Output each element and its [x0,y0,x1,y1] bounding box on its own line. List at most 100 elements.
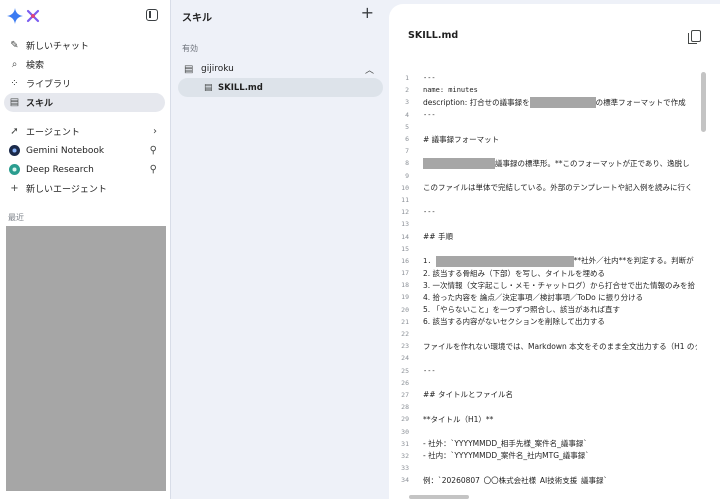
code-line: 5 [389,121,697,133]
pin-icon[interactable]: ⚲ [150,164,157,175]
skills-title: スキル [182,13,212,24]
line-text: このファイルは単体で完結している。外部のテンプレートや記入例を読みに行く [423,183,693,193]
line-text: 議事録の標準形。**このフォーマットが正であり、逸脱し [423,158,690,170]
line-text: --- [423,366,436,375]
plus-icon: + [10,183,19,194]
folder-icon: ▤ [184,63,194,75]
copy-icon[interactable] [688,30,701,44]
line-number: 26 [401,378,409,387]
line-text: 6. 該当する内容がないセクションを削除して出力する [423,317,605,327]
gemini-logo-icon[interactable] [7,8,23,24]
redacted-text [423,158,495,170]
horizontal-scrollbar[interactable] [409,495,469,499]
code-line: 31 - 社外：`YYYYMMDD_相手先様_案件名_議事録` [389,438,697,450]
line-number: 4 [405,110,409,119]
add-skill-icon[interactable]: + [361,5,374,21]
code-line: 19 4. 拾った内容を 論点／決定事項／検討事項／ToDo に振り分ける [389,291,697,303]
code-line: 17 2. 該当する骨組み（下部）を写し、タイトルを埋める [389,267,697,279]
line-number: 23 [401,342,409,351]
agent-icon: ➚ [10,126,19,137]
code-line: 3 description: 打合せの議事録を の標準フォーマットで作成 [389,96,697,109]
editor-title: SKILL.md [408,30,459,41]
nav-new-chat[interactable]: ✎ 新しいチャット [4,36,165,55]
skill-file-item[interactable]: ▤ SKILL.md [178,78,383,97]
line-text: # 議事録フォーマット [423,134,500,144]
line-number: 31 [401,439,409,448]
line-number: 20 [401,305,409,314]
primary-nav: ✎ 新しいチャット ⌕ 検索 ⁘ ライブラリ ▤ スキル [0,36,170,112]
code-line: 32 - 社内：`YYYYMMDD_案件名_社内MTG_議事録` [389,450,697,462]
file-icon: ▤ [204,82,213,93]
skill-folder[interactable]: ▤ gijiroku ︿ [184,62,382,76]
skills-header: スキル + [172,0,388,30]
line-text: **タイトル（H1）** [423,414,494,424]
line-number: 24 [401,354,409,363]
redacted-recent-list [6,226,166,491]
line-number: 21 [401,317,409,326]
line-number: 19 [401,293,409,302]
sidebar-header [0,0,170,32]
code-line: 9 [389,170,697,182]
file-editor: SKILL.md 1 --- 2 name: minutes 3 description:… [389,4,720,499]
nav-new-agent[interactable]: + 新しいエージェント [4,179,165,198]
sidebar: ✎ 新しいチャット ⌕ 検索 ⁘ ライブラリ ▤ スキル ➚ エージェント › [0,0,171,499]
line-number: 28 [401,403,409,412]
line-text: ## 手順 [423,232,453,242]
research-avatar [9,164,20,175]
code-line: 28 [389,401,697,413]
code-line: 6 # 議事録フォーマット [389,133,697,145]
code-line: 25 --- [389,365,697,377]
line-number: 11 [401,195,409,204]
line-number: 7 [405,147,409,156]
line-text: - 社内：`YYYYMMDD_案件名_社内MTG_議事録` [423,451,590,461]
notebook-avatar [9,145,20,156]
folder-label: gijiroku [201,64,234,74]
chevron-right-icon: › [153,126,157,137]
nav-label: スキル [26,99,54,109]
line-number: 18 [401,281,409,290]
nav-search[interactable]: ⌕ 検索 [4,55,165,74]
code-line: 10 このファイルは単体で完結している。外部のテンプレートや記入例を読みに行く [389,182,697,194]
nav-label: Gemini Notebook [26,145,105,156]
line-number: 6 [405,135,409,144]
chevron-up-icon[interactable]: ︿ [365,63,374,76]
code-line: 15 [389,243,697,255]
app-logo-icon[interactable] [26,9,40,23]
line-text: 4. 拾った内容を 論点／決定事項／検討事項／ToDo に振り分ける [423,292,644,302]
vertical-scrollbar[interactable] [701,72,706,132]
line-number: 16 [401,256,409,265]
pin-icon[interactable]: ⚲ [150,145,157,156]
line-number: 10 [401,183,409,192]
toggle-sidebar-icon[interactable] [146,9,158,21]
nav-library[interactable]: ⁘ ライブラリ [4,74,165,93]
line-number: 13 [401,220,409,229]
code-line: 2 name: minutes [389,84,697,96]
line-number: 30 [401,427,409,436]
line-text: name: minutes [423,86,478,95]
nav-agents[interactable]: ➚ エージェント › [4,122,165,141]
nav-gemini-notebook[interactable]: Gemini Notebook ⚲ [4,141,165,160]
code-line: 8 議事録の標準形。**このフォーマットが正であり、逸脱し [389,157,697,170]
line-text: --- [423,208,436,217]
line-text: description: 打合せの議事録を の標準フォーマットで作成 [423,97,686,109]
code-line: 14 ## 手順 [389,230,697,242]
line-text: --- [423,110,436,119]
redacted-text [435,255,574,267]
code-view[interactable]: 1 --- 2 name: minutes 3 description: 打合せの議事録を… [389,72,697,484]
line-number: 8 [405,159,409,168]
nav-skills[interactable]: ▤ スキル [4,93,165,112]
line-number: 34 [401,476,409,484]
code-line: 13 [389,218,697,230]
line-text: - 社外：`YYYYMMDD_相手先様_案件名_議事録` [423,439,588,449]
code-line: 27 ## タイトルとファイル名 [389,389,697,401]
line-text: 1. **社外／社内**を判定する。判断が [423,255,694,267]
redacted-text [529,97,596,109]
nav-label: 検索 [26,61,45,71]
new-chat-icon: ✎ [10,40,19,51]
code-line: 33 [389,462,697,474]
code-line: 26 [389,377,697,389]
nav-deep-research[interactable]: Deep Research ⚲ [4,160,165,179]
code-line: 21 6. 該当する内容がないセクションを削除して出力する [389,316,697,328]
code-line: 7 [389,145,697,157]
line-text: ファイルを作れない環境では、Markdown 本文をそのまま全文出力する（H1 … [423,341,697,351]
